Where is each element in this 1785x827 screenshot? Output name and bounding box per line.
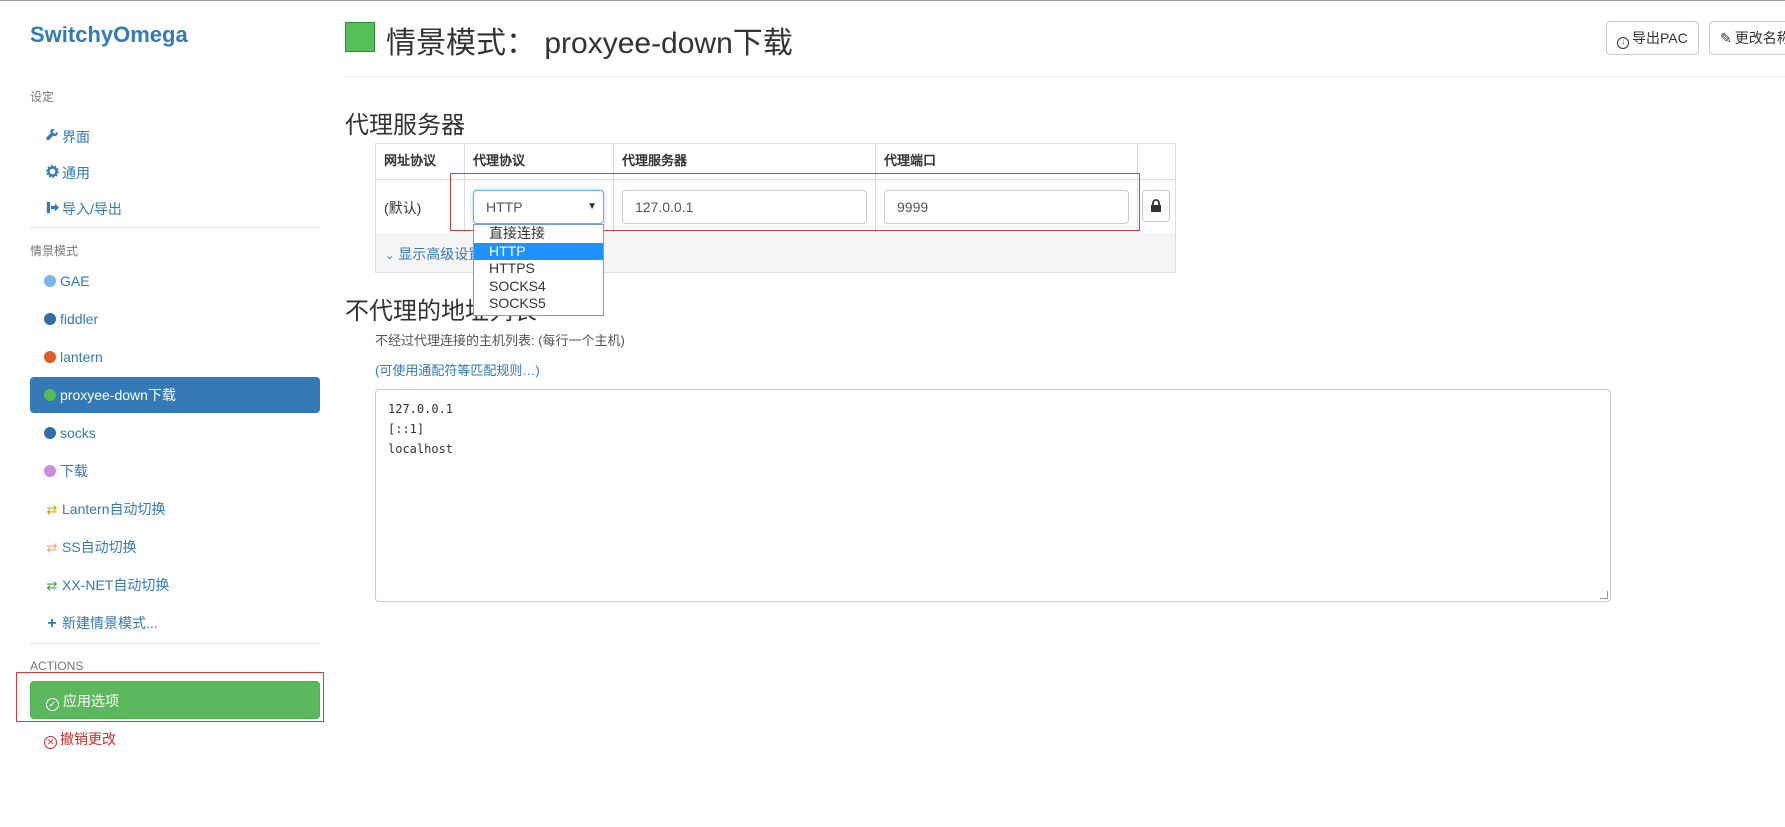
bypass-line: localhost — [388, 442, 454, 456]
sidebar-item-ss-auto[interactable]: ⇄ SS自动切换 — [30, 529, 320, 565]
profile-color-swatch[interactable] — [345, 22, 375, 52]
dropdown-option-socks5[interactable]: SOCKS5 — [474, 295, 603, 313]
sidebar-item-label: 导入/导出 — [62, 201, 122, 217]
export-pac-label: 导出PAC — [1632, 30, 1688, 46]
download-icon: ↓ — [1617, 37, 1629, 49]
chevron-down-icon: ⌄ — [385, 250, 395, 262]
sidebar-item-label: proxyee-down下载 — [60, 387, 176, 403]
show-advanced-label: 显示高级设置 — [398, 246, 483, 262]
dropdown-option-socks4[interactable]: SOCKS4 — [474, 278, 603, 296]
sidebar-item-lantern-auto[interactable]: ⇄ Lantern自动切换 — [30, 491, 320, 527]
sidebar-item-label: 界面 — [62, 129, 90, 145]
sidebar-item-label: GAE — [60, 273, 90, 289]
x-circle-icon: ✕ — [44, 736, 57, 749]
page-title: 情景模式： proxyee-down下载 — [386, 27, 793, 60]
header-divider — [345, 76, 1785, 77]
app-brand[interactable]: SwitchyOmega — [30, 22, 188, 48]
sidebar-item-lantern[interactable]: lantern — [30, 339, 320, 375]
gear-icon — [44, 156, 60, 192]
divider — [30, 643, 320, 644]
sidebar-item-label: SS自动切换 — [62, 539, 137, 555]
sidebar-item-download[interactable]: 下载 — [30, 453, 320, 489]
sidebar-item-general[interactable]: 通用 — [30, 155, 320, 191]
sidebar-item-gae[interactable]: GAE — [30, 263, 320, 299]
rename-button[interactable]: ✎更改名称 — [1709, 21, 1785, 55]
window-top-border — [0, 0, 1785, 1]
new-profile-label: 新建情景模式... — [62, 615, 158, 631]
wildcard-help-link[interactable]: (可使用通配符等匹配规则…) — [375, 360, 540, 379]
globe-icon — [44, 351, 56, 363]
export-pac-button[interactable]: ↓ 导出PAC — [1606, 21, 1699, 55]
sidebar-item-interface[interactable]: 界面 — [30, 119, 320, 155]
globe-icon — [44, 313, 56, 325]
sidebar-item-label: XX-NET自动切换 — [62, 577, 170, 593]
sidebar-item-label: 下载 — [60, 463, 88, 479]
bypass-list-textarea[interactable]: 127.0.0.1 [::1] localhost — [375, 389, 1611, 602]
actions-heading: ACTIONS — [30, 659, 84, 673]
sidebar-item-label: fiddler — [60, 311, 99, 327]
proxy-section-heading: 代理服务器 — [345, 112, 465, 139]
auto-switch-icon: ⇄ — [46, 578, 58, 593]
divider — [30, 227, 320, 228]
sidebar-item-label: lantern — [60, 349, 103, 365]
highlight-box — [450, 173, 1140, 231]
lock-icon — [1151, 199, 1161, 212]
sidebar-item-proxyee-down[interactable]: proxyee-down下载 — [30, 377, 320, 413]
sidebar-item-label: Lantern自动切换 — [62, 501, 166, 517]
sidebar-item-label: 通用 — [62, 165, 90, 181]
discard-label: 撤销更改 — [60, 731, 116, 747]
protocol-dropdown-menu[interactable]: 直接连接 HTTP HTTPS SOCKS4 SOCKS5 — [473, 224, 604, 316]
profiles-heading: 情景模式 — [30, 244, 79, 258]
globe-icon — [44, 389, 56, 401]
dropdown-option-direct[interactable]: 直接连接 — [474, 225, 603, 243]
auth-lock-button[interactable] — [1142, 190, 1170, 222]
rename-label: 更改名称 — [1734, 30, 1785, 46]
globe-icon — [44, 427, 56, 439]
sidebar-item-fiddler[interactable]: fiddler — [30, 301, 320, 337]
apply-label: 应用选项 — [63, 693, 119, 709]
edit-icon: ✎ — [1720, 30, 1732, 46]
new-profile-link[interactable]: + 新建情景模式... — [30, 605, 320, 641]
show-advanced-link[interactable]: ⌄ 显示高级设置 — [385, 244, 482, 264]
apply-button[interactable]: ✓ 应用选项 — [30, 681, 320, 719]
check-circle-icon: ✓ — [46, 698, 59, 711]
wrench-icon — [44, 120, 60, 156]
plus-icon: + — [47, 615, 57, 632]
bypass-line: [::1] — [388, 422, 425, 436]
resize-handle[interactable] — [1600, 591, 1608, 599]
dropdown-option-https[interactable]: HTTPS — [474, 260, 603, 278]
bypass-line: 127.0.0.1 — [388, 402, 454, 416]
auto-switch-icon: ⇄ — [46, 540, 58, 555]
sidebar-item-label: socks — [60, 425, 96, 441]
settings-heading: 设定 — [30, 90, 55, 104]
sidebar-item-socks[interactable]: socks — [30, 415, 320, 451]
globe-icon — [44, 275, 56, 287]
auto-switch-icon: ⇄ — [46, 502, 58, 517]
column-header-scheme: 网址协议 — [384, 153, 437, 168]
sidebar-item-xxnet-auto[interactable]: ⇄ XX-NET自动切换 — [30, 567, 320, 603]
dropdown-option-http[interactable]: HTTP — [474, 242, 603, 260]
bypass-help-text: 不经过代理连接的主机列表: (每行一个主机) — [375, 333, 625, 348]
sidebar-item-import-export[interactable]: 导入/导出 — [30, 191, 320, 227]
discard-button[interactable]: ✕ 撤销更改 — [44, 729, 116, 749]
globe-icon — [44, 465, 56, 477]
row-scheme-default: (默认) — [384, 200, 422, 216]
import-export-icon — [44, 192, 60, 228]
